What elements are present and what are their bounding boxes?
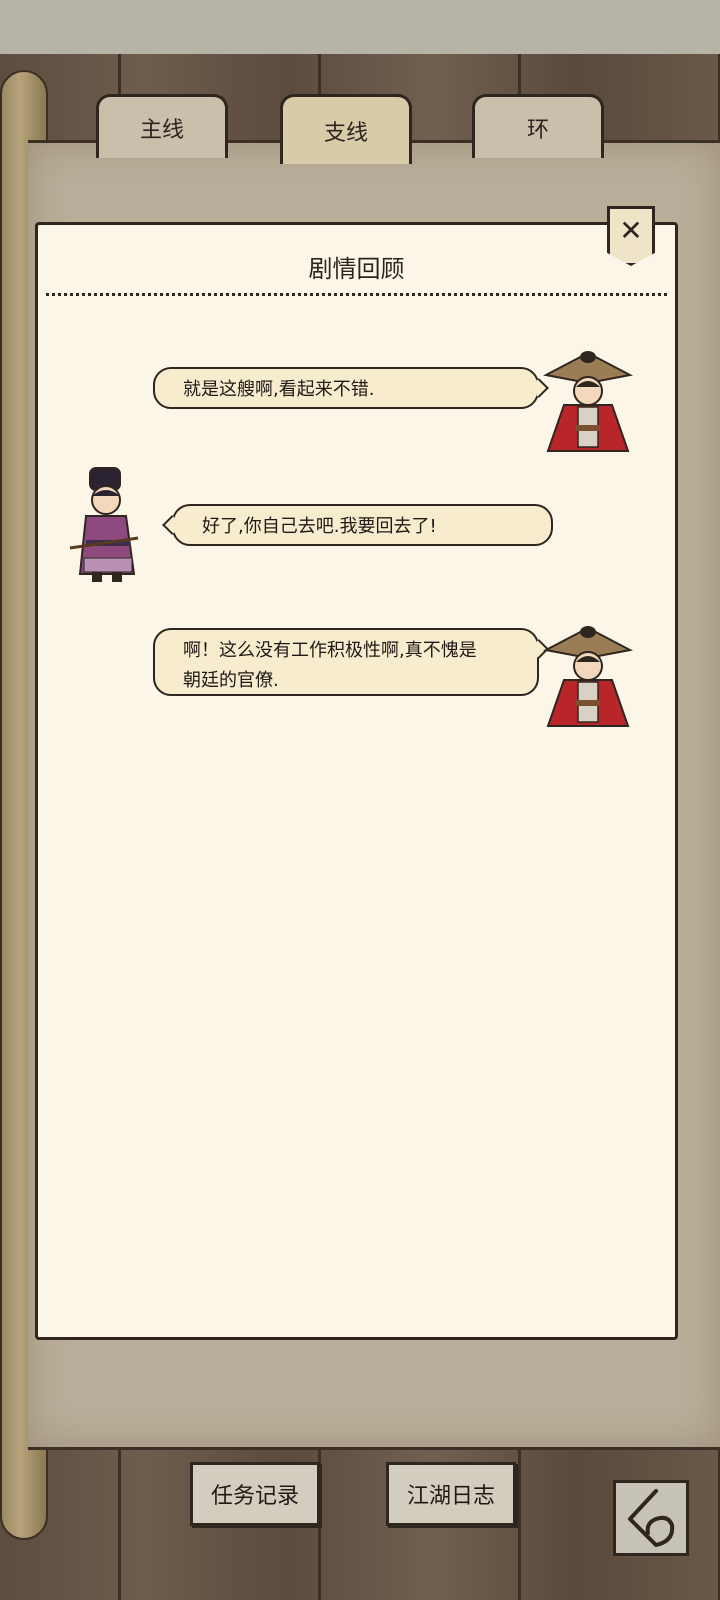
dialogue-bubble: 好了,你自己去吧.我要回去了! [162, 504, 553, 546]
dialogue-bubble: 就是这艘啊,看起来不错. [153, 367, 549, 409]
straw-hat-swordsman-avatar [542, 351, 634, 452]
button-label: 任务记录 [210, 1484, 299, 1509]
status-bar [0, 0, 720, 54]
back-arrow-icon [628, 1489, 675, 1547]
button-label: 江湖日志 [406, 1484, 495, 1509]
tab-side-quest[interactable]: 支线 [280, 94, 412, 164]
dialogue-bubble: 啊！这么没有工作积极性啊,真不愧是 朝廷的官僚. [153, 628, 549, 696]
straw-hat-swordsman-avatar [542, 626, 634, 727]
dotted-divider [46, 293, 667, 296]
task-log-button[interactable]: 任务记录 [190, 1462, 320, 1526]
dialogue-text: 朝廷的官僚. [183, 670, 279, 691]
close-icon: ✕ [619, 214, 643, 247]
official-avatar [69, 467, 139, 582]
panel-title: 剧情回顾 [308, 255, 405, 283]
tab-ring-quest[interactable]: 环 [472, 94, 604, 158]
tab-label: 主线 [139, 117, 184, 143]
tab-label: 环 [526, 117, 549, 143]
back-button[interactable] [613, 1480, 689, 1556]
dialogue-text: 好了,你自己去吧.我要回去了! [202, 516, 437, 537]
dialogue-text: 啊！这么没有工作积极性啊,真不愧是 [183, 640, 477, 661]
jianghu-journal-button[interactable]: 江湖日志 [386, 1462, 516, 1526]
tab-main-quest[interactable]: 主线 [96, 94, 228, 158]
tab-label: 支线 [323, 120, 368, 146]
dialogue-text: 就是这艘啊,看起来不错. [183, 379, 375, 400]
